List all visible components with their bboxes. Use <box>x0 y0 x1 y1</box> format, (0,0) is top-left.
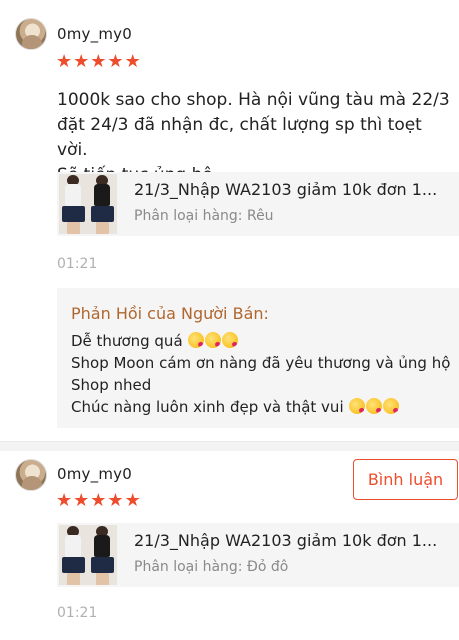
seller-reply-text: Dễ thương quá <box>71 332 183 350</box>
rating-stars: ★ ★ ★ ★ ★ <box>56 53 141 71</box>
star-icon: ★ <box>56 490 73 511</box>
product-name: 21/3_Nhập WA2103 giảm 10k đơn 1... <box>134 531 438 550</box>
star-icon: ★ <box>73 490 90 511</box>
star-icon: ★ <box>90 490 107 511</box>
face-blowing-kiss-icon <box>222 332 239 348</box>
seller-reply-line: Shop nhed <box>71 376 152 394</box>
product-variant: Phân loại hàng: Đỏ đô <box>134 559 289 575</box>
star-icon: ★ <box>124 51 141 72</box>
review-time: 01:21 <box>57 256 98 272</box>
comment-button[interactable]: Bình luận <box>353 459 458 500</box>
star-icon: ★ <box>107 51 124 72</box>
face-blowing-kiss-icon <box>383 398 400 414</box>
star-icon: ★ <box>73 51 90 72</box>
seller-reply-line: Chúc nàng luôn xinh đẹp và thật vui <box>71 396 459 418</box>
star-icon: ★ <box>107 490 124 511</box>
username[interactable]: 0my_my0 <box>57 25 132 43</box>
product-thumbnail <box>59 525 117 585</box>
review-divider <box>0 441 459 451</box>
seller-reply-title: Phản Hồi của Người Bán: <box>71 304 269 323</box>
product-variant: Phân loại hàng: Rêu <box>134 208 274 224</box>
face-blowing-kiss-icon <box>366 398 383 414</box>
face-blowing-kiss-icon <box>188 332 205 348</box>
rating-stars: ★ ★ ★ ★ ★ <box>56 492 141 510</box>
star-icon: ★ <box>56 51 73 72</box>
review-time: 01:21 <box>57 605 98 621</box>
star-icon: ★ <box>124 490 141 511</box>
product-thumbnail <box>59 174 117 234</box>
face-blowing-kiss-icon <box>349 398 366 414</box>
seller-reply-text: Chúc nàng luôn xinh đẹp và thật vui <box>71 398 344 416</box>
avatar[interactable] <box>15 18 47 50</box>
seller-reply-line: Shop Moon cám ơn nàng đã yêu thương và ủ… <box>71 354 451 372</box>
username[interactable]: 0my_my0 <box>57 465 132 483</box>
face-blowing-kiss-icon <box>205 332 222 348</box>
product-card[interactable]: 21/3_Nhập WA2103 giảm 10k đơn 1... Phân … <box>57 172 459 236</box>
comment-line: đặt 24/3 đã nhận đc, chất lượng sp thì t… <box>57 115 422 160</box>
star-icon: ★ <box>90 51 107 72</box>
product-card[interactable]: 21/3_Nhập WA2103 giảm 10k đơn 1... Phân … <box>57 523 459 587</box>
comment-line: 1000k sao cho shop. Hà nội vũng tàu mà 2… <box>57 90 450 110</box>
product-name: 21/3_Nhập WA2103 giảm 10k đơn 1... <box>134 180 438 199</box>
seller-reply: Phản Hồi của Người Bán: Dễ thương quá Sh… <box>57 288 459 428</box>
seller-reply-line: Dễ thương quá <box>71 330 459 352</box>
avatar[interactable] <box>15 459 47 491</box>
